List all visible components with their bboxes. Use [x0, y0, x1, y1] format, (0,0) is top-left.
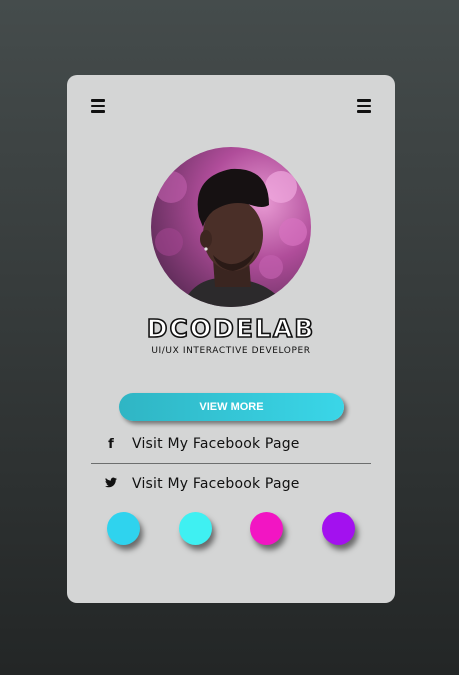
color-dot-purple[interactable] [322, 512, 355, 545]
profile-card: DCODELAB UI/UX INTERACTIVE DEVELOPER VIE… [67, 75, 395, 603]
twitter-link[interactable]: Visit My Facebook Page [91, 472, 371, 496]
menu-icon[interactable] [357, 99, 371, 113]
view-more-button[interactable]: VIEW MORE [119, 393, 344, 421]
color-dot-magenta[interactable] [250, 512, 283, 545]
twitter-icon [103, 477, 119, 492]
profile-role: UI/UX INTERACTIVE DEVELOPER [151, 346, 311, 356]
facebook-icon: f [108, 436, 114, 452]
avatar [151, 147, 311, 307]
twitter-link-label: Visit My Facebook Page [132, 476, 300, 492]
color-dot-aqua[interactable] [179, 512, 212, 545]
facebook-link-label: Visit My Facebook Page [132, 436, 300, 452]
facebook-link[interactable]: f Visit My Facebook Page [91, 432, 371, 456]
profile-name: DCODELAB [146, 313, 316, 344]
menu-icon[interactable] [91, 99, 105, 113]
color-dot-cyan[interactable] [107, 512, 140, 545]
avatar-image [151, 147, 311, 307]
divider [91, 463, 371, 464]
